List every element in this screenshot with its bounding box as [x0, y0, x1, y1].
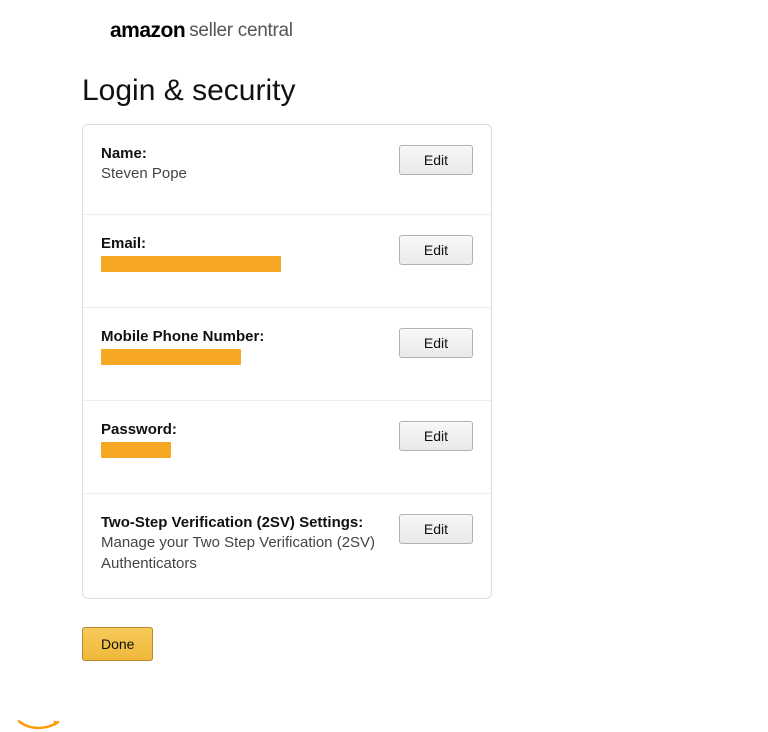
password-label: Password:	[101, 421, 177, 438]
edit-password-button[interactable]: Edit	[399, 421, 473, 451]
row-name: Name: Steven Pope Edit	[83, 125, 491, 215]
edit-twosv-button[interactable]: Edit	[399, 514, 473, 544]
phone-value-redacted	[101, 349, 241, 365]
amazon-wordmark: amazon	[110, 20, 185, 41]
row-two-step-verification: Two-Step Verification (2SV) Settings: Ma…	[83, 494, 491, 598]
email-label: Email:	[101, 235, 281, 252]
done-button[interactable]: Done	[82, 627, 153, 661]
phone-label: Mobile Phone Number:	[101, 328, 264, 345]
page-title: Login & security	[82, 74, 600, 108]
edit-name-button[interactable]: Edit	[399, 145, 473, 175]
header-logo-row: amazon seller central	[0, 0, 768, 52]
seller-central-wordmark: seller central	[189, 21, 293, 41]
password-value-redacted	[101, 442, 171, 458]
row-email: Email: Edit	[83, 215, 491, 308]
name-value: Steven Pope	[101, 164, 187, 184]
edit-phone-button[interactable]: Edit	[399, 328, 473, 358]
twosv-label: Two-Step Verification (2SV) Settings:	[101, 514, 381, 531]
name-label: Name:	[101, 145, 187, 162]
twosv-description: Manage your Two Step Verification (2SV) …	[101, 533, 381, 574]
amazon-seller-central-logo: amazon seller central	[110, 20, 293, 41]
row-password: Password: Edit	[83, 401, 491, 494]
email-value-redacted	[101, 256, 281, 272]
amazon-smile-icon	[18, 720, 66, 732]
row-phone: Mobile Phone Number: Edit	[83, 308, 491, 401]
security-settings-card: Name: Steven Pope Edit Email: Edit Mobil…	[82, 124, 492, 599]
edit-email-button[interactable]: Edit	[399, 235, 473, 265]
